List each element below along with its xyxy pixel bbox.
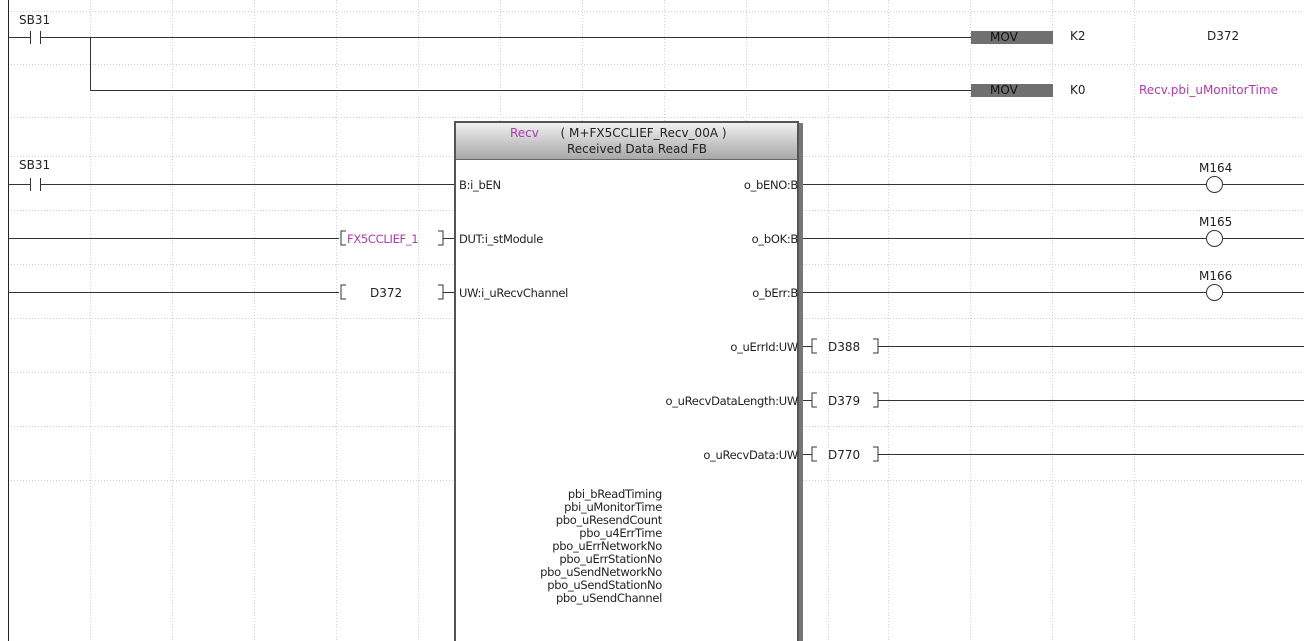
fb-shadow: [799, 123, 803, 641]
mov-instruction-2[interactable]: MOV: [971, 84, 1053, 97]
fb-instance-name: Recv: [510, 126, 539, 140]
fb-output-pin-err: o_bErr:B: [752, 286, 798, 300]
fb-public-var: pbo_uErrStationNo: [559, 552, 662, 566]
fb-type-name: ( M+FX5CCLIEF_Recv_00A ): [560, 126, 727, 140]
output-operand-recvdata[interactable]: D770: [828, 448, 860, 462]
input-operand-recvchannel[interactable]: D372: [370, 286, 402, 300]
fb-public-var: pbo_uResendCount: [555, 513, 663, 527]
output-operand-recvdatalength[interactable]: D379: [828, 394, 860, 408]
mov2-destination[interactable]: Recv.pbi_uMonitorTime: [1139, 83, 1278, 97]
fb-public-var: pbo_uSendChannel: [555, 591, 662, 605]
coil-label-m166[interactable]: M166: [1199, 269, 1232, 283]
fb-input-pin-recvchannel: UW:i_uRecvChannel: [459, 286, 569, 300]
mov-instruction-1[interactable]: MOV: [971, 31, 1053, 44]
fb-output-pin-errid: o_uErrId:UW: [730, 340, 798, 354]
output-operand-errid[interactable]: D388: [828, 340, 860, 354]
fb-input-pin-en: B:i_bEN: [459, 178, 501, 192]
fb-public-var: pbi_bReadTiming: [567, 487, 662, 501]
mov1-source[interactable]: K2: [1070, 29, 1086, 43]
fb-output-pin-ok: o_bOK:B: [751, 232, 799, 246]
mov2-source[interactable]: K0: [1070, 83, 1086, 97]
fb-input-pin-module: DUT:i_stModule: [459, 232, 543, 246]
mov-label: MOV: [990, 83, 1018, 97]
coil-label-m164[interactable]: M164: [1199, 161, 1232, 175]
fb-header: Recv ( M+FX5CCLIEF_Recv_00A ) Received D…: [456, 123, 797, 160]
fb-public-var: pbo_uSendNetworkNo: [540, 565, 662, 579]
mov-label: MOV: [990, 30, 1018, 44]
fb-public-var: pbo_uErrNetworkNo: [552, 539, 662, 553]
mov1-destination[interactable]: D372: [1207, 29, 1239, 43]
fb-output-pin-recvdatalength: o_uRecvDataLength:UW: [665, 394, 798, 408]
contact-label-sb31-rung2: SB31: [19, 158, 51, 172]
fb-description: Received Data Read FB: [567, 142, 707, 156]
contact-label-sb31-rung1: SB31: [19, 13, 51, 27]
fb-public-var: pbi_uMonitorTime: [564, 500, 662, 514]
fb-output-pin-eno: o_bENO:B: [743, 178, 798, 192]
input-operand-module[interactable]: FX5CCLIEF_1: [347, 232, 419, 246]
fb-public-var: pbo_u4ErrTime: [579, 526, 662, 540]
fb-output-pin-recvdata: o_uRecvData:UW: [703, 448, 798, 462]
fb-public-var: pbo_uSendStationNo: [547, 578, 662, 592]
coil-label-m165[interactable]: M165: [1199, 215, 1232, 229]
